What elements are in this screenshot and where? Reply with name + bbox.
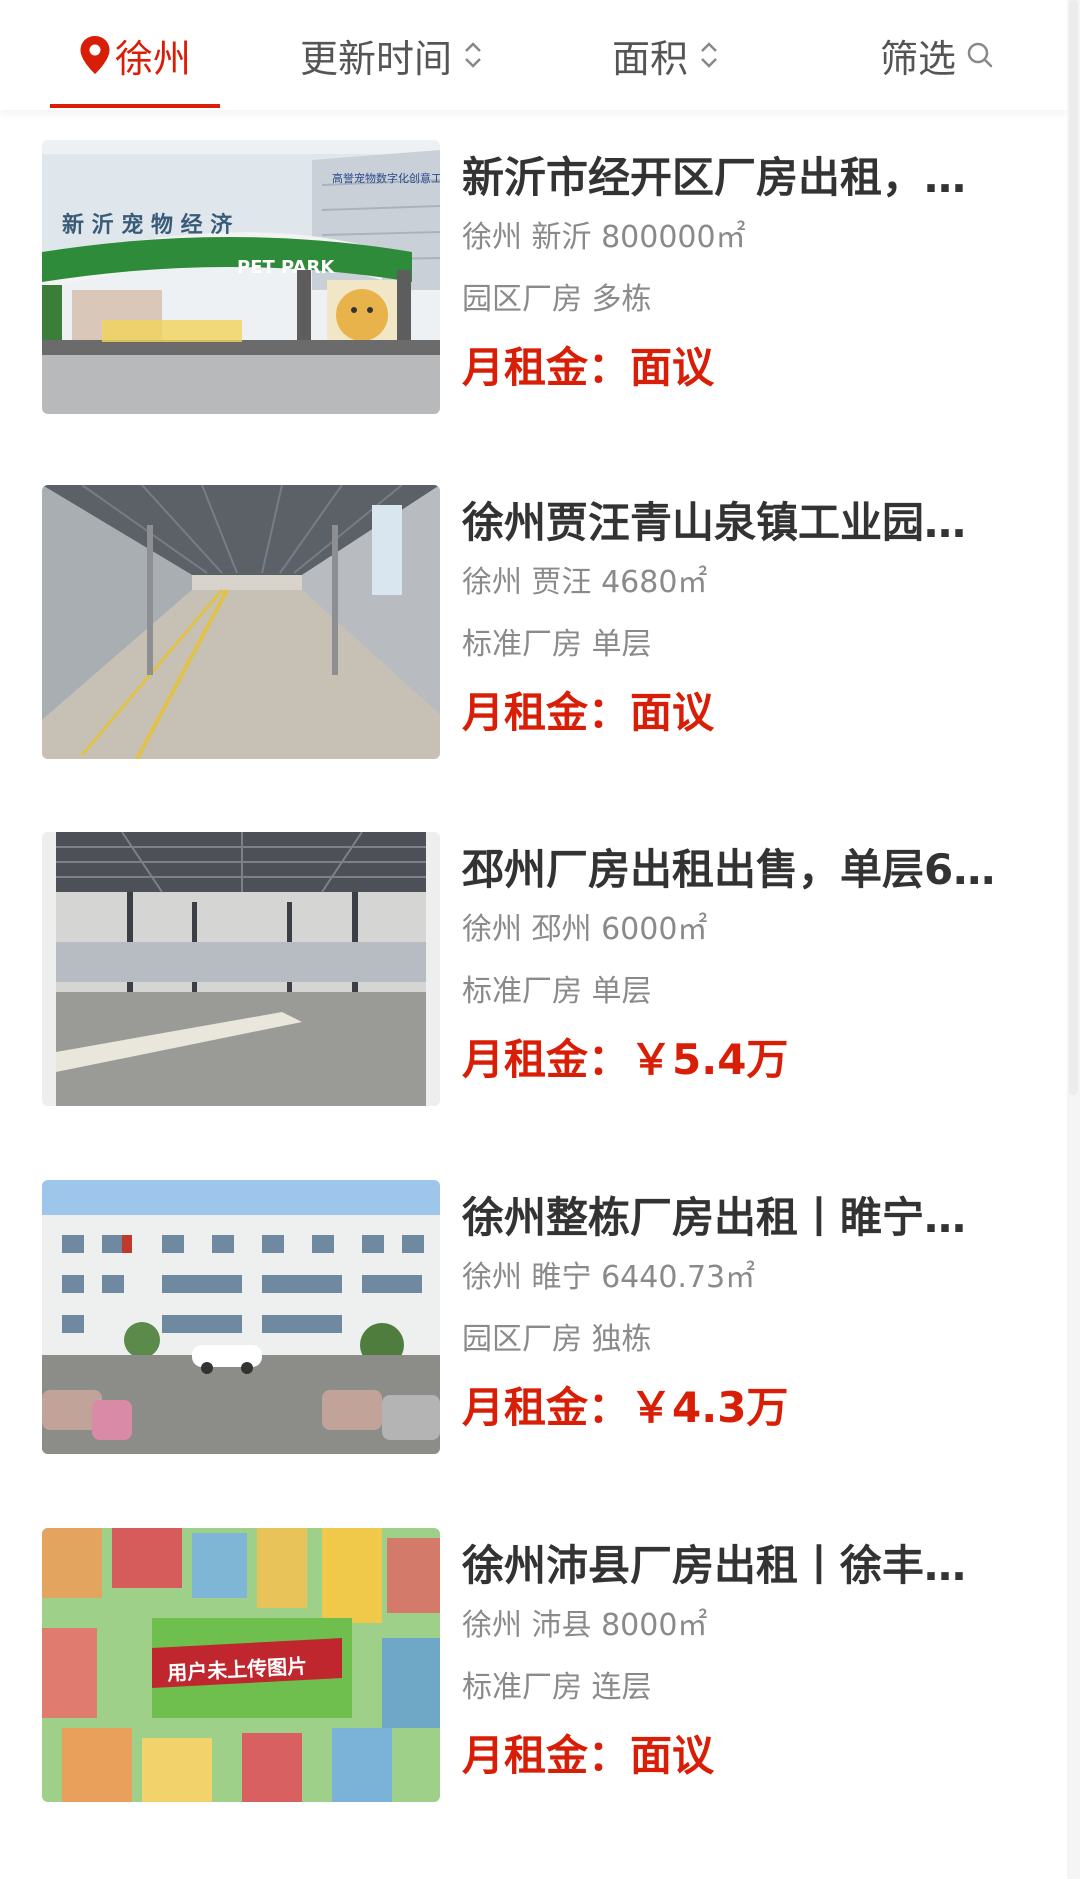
listing-type: 园区厂房 多栋: [462, 282, 652, 317]
listing-info: 徐州整栋厂房出租丨睢宁… 徐州 睢宁 6440.73㎡ 园区厂房 独栋 月租金：…: [462, 1180, 1032, 1436]
listing-location: 徐州 新沂 800000㎡: [462, 220, 746, 255]
price-value: 面议: [630, 1731, 715, 1780]
listing-thumbnail: [42, 1180, 440, 1454]
listing-price: 月租金：面议: [462, 685, 1032, 741]
sort-arrows-icon: [465, 42, 481, 68]
city-selector[interactable]: 徐州: [50, 0, 220, 110]
listing-card[interactable]: 邳州厂房出租出售，单层6… 徐州 邳州 6000㎡ 标准厂房 单层 月租金：￥5…: [42, 832, 1042, 1122]
price-value: ￥4.3万: [630, 1383, 789, 1432]
scrollbar-thumb[interactable]: [1069, 0, 1078, 1095]
listing-price: 月租金：￥4.3万: [462, 1380, 1032, 1436]
scrollbar-track[interactable]: [1067, 0, 1080, 1879]
factory-building-image: [42, 1180, 440, 1454]
price-value: 面议: [630, 688, 715, 737]
price-label: 月租金：: [462, 1383, 631, 1432]
pet-park-gate-image: 高誉宠物数字化创意工厂 新 沂 宠 物 经 济 PET PARK: [42, 140, 440, 414]
listing-card[interactable]: 用户未上传图片 徐州沛县厂房出租丨徐丰… 徐州 沛县 8000㎡ 标准厂房 连层…: [42, 1528, 1042, 1818]
price-label: 月租金：: [462, 343, 631, 392]
gate-text: 新 沂 宠 物 经 济: [62, 212, 233, 238]
city-label: 徐州: [114, 36, 191, 81]
listing-title[interactable]: 徐州贾汪青山泉镇工业园…: [462, 495, 1027, 551]
pet-park-sign-text: PET PARK: [237, 257, 335, 278]
listing-type: 园区厂房 独栋: [462, 1322, 652, 1357]
sort-area-button[interactable]: 面积: [612, 0, 720, 110]
listing-info: 徐州贾汪青山泉镇工业园… 徐州 贾汪 4680㎡ 标准厂房 单层 月租金：面议: [462, 485, 1032, 741]
listing-price: 月租金：面议: [462, 340, 1032, 396]
listing-info: 徐州沛县厂房出租丨徐丰… 徐州 沛县 8000㎡ 标准厂房 连层 月租金：面议: [462, 1528, 1032, 1784]
location-pin-icon: [80, 36, 110, 74]
listing-card[interactable]: 徐州整栋厂房出租丨睢宁… 徐州 睢宁 6440.73㎡ 园区厂房 独栋 月租金：…: [42, 1180, 1042, 1470]
listing-thumbnail: 高誉宠物数字化创意工厂 新 沂 宠 物 经 济 PET PARK: [42, 140, 440, 414]
price-value: ￥5.4万: [630, 1035, 789, 1084]
listing-location: 徐州 邳州 6000㎡: [462, 912, 708, 947]
filter-bar: 徐州 更新时间 面积 筛选: [0, 0, 1067, 110]
active-tab-underline: [50, 104, 220, 108]
listing-card[interactable]: 高誉宠物数字化创意工厂 新 沂 宠 物 经 济 PET PARK 新沂市经开区厂…: [42, 140, 1042, 430]
listing-thumbnail: [42, 832, 440, 1106]
listing-thumbnail: 用户未上传图片: [42, 1528, 440, 1802]
placeholder-city-image: 用户未上传图片: [42, 1528, 440, 1802]
search-icon: [967, 42, 993, 68]
listing-location: 徐州 睢宁 6440.73㎡: [462, 1260, 756, 1295]
listing-title[interactable]: 徐州整栋厂房出租丨睢宁…: [462, 1190, 1027, 1246]
listing-type: 标准厂房 单层: [462, 627, 652, 662]
listing-price: 月租金：￥5.4万: [462, 1032, 1032, 1088]
price-label: 月租金：: [462, 1035, 631, 1084]
listing-info: 邳州厂房出租出售，单层6… 徐州 邳州 6000㎡ 标准厂房 单层 月租金：￥5…: [462, 832, 1032, 1088]
listing-location: 徐州 沛县 8000㎡: [462, 1608, 708, 1643]
steel-warehouse-image: [42, 832, 440, 1106]
price-label: 月租金：: [462, 688, 631, 737]
listing-title[interactable]: 邳州厂房出租出售，单层6…: [462, 842, 1027, 898]
sort-arrows-icon: [701, 42, 717, 68]
listing-title[interactable]: 徐州沛县厂房出租丨徐丰…: [462, 1538, 1027, 1594]
building-sign-text: 高誉宠物数字化创意工厂: [332, 171, 440, 185]
filter-button[interactable]: 筛选: [880, 0, 994, 110]
update-time-label: 更新时间: [300, 36, 453, 81]
area-label: 面积: [612, 36, 689, 81]
listing-location: 徐州 贾汪 4680㎡: [462, 565, 708, 600]
sort-update-time-button[interactable]: 更新时间: [300, 0, 484, 110]
listing-type: 标准厂房 连层: [462, 1670, 652, 1705]
listing-type: 标准厂房 单层: [462, 974, 652, 1009]
listing-thumbnail: [42, 485, 440, 759]
filter-label: 筛选: [880, 36, 957, 81]
listing-title[interactable]: 新沂市经开区厂房出租，…: [462, 150, 1027, 206]
price-value: 面议: [630, 343, 715, 392]
listing-card[interactable]: 徐州贾汪青山泉镇工业园… 徐州 贾汪 4680㎡ 标准厂房 单层 月租金：面议: [42, 485, 1042, 775]
listing-info: 新沂市经开区厂房出租，… 徐州 新沂 800000㎡ 园区厂房 多栋 月租金：面…: [462, 140, 1032, 396]
warehouse-interior-image: [42, 485, 440, 759]
price-label: 月租金：: [462, 1731, 631, 1780]
listing-price: 月租金：面议: [462, 1728, 1032, 1784]
